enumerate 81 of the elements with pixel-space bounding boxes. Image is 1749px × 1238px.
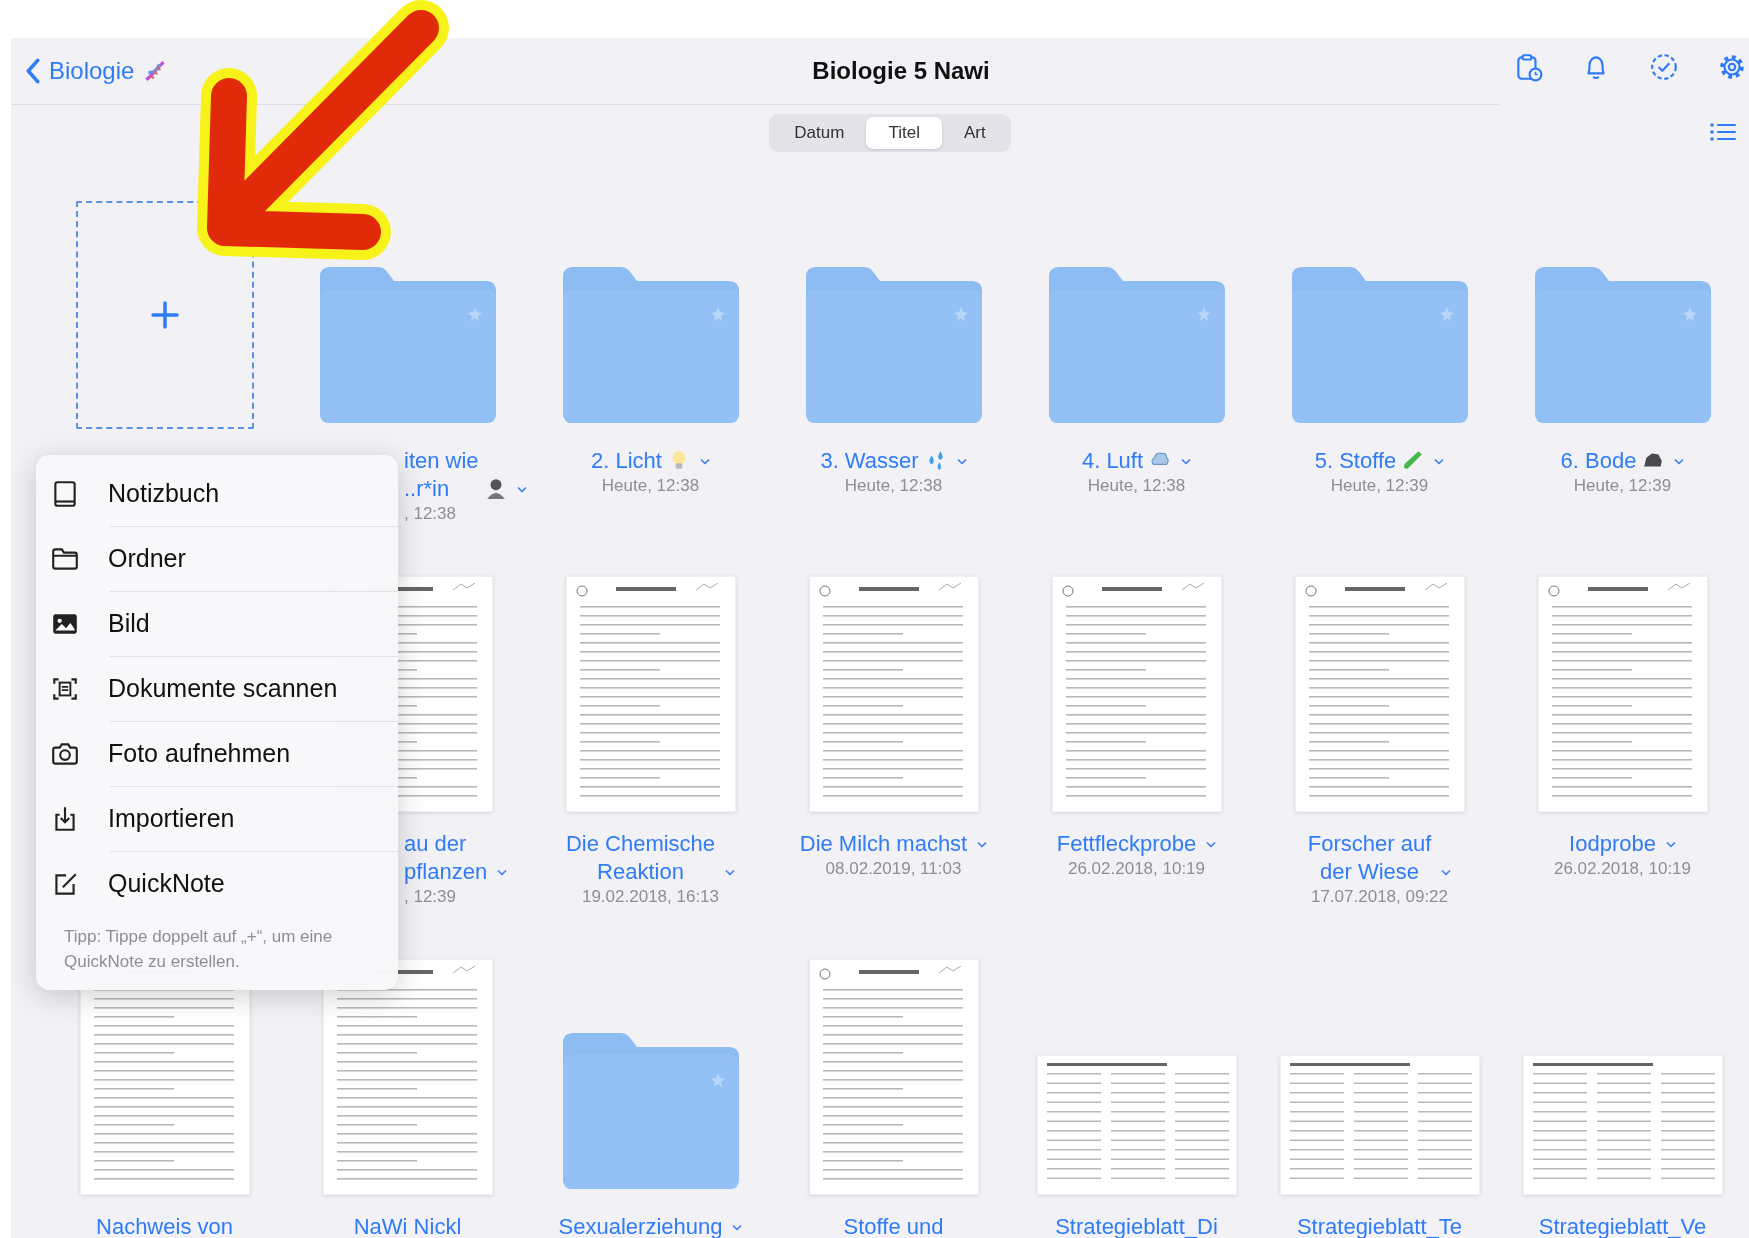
- folder-icon[interactable]: [805, 267, 982, 423]
- item-title[interactable]: 5. Stoffe: [1314, 447, 1397, 475]
- folder-icon[interactable]: [319, 267, 496, 423]
- folder-icon[interactable]: [1048, 267, 1225, 423]
- menu-item[interactable]: Ordner: [36, 526, 398, 591]
- menu-item[interactable]: Notizbuch: [36, 461, 398, 526]
- item-title[interactable]: Sexualerziehung: [558, 1213, 723, 1238]
- chevron-down-icon[interactable]: [1434, 458, 1445, 465]
- back-chevron-icon: [25, 58, 41, 84]
- document-thumbnail[interactable]: [1279, 1055, 1480, 1195]
- item-title[interactable]: Forscher auf der Wiese: [1307, 830, 1432, 886]
- item-date: Heute, 12:39: [1573, 476, 1672, 496]
- item-title[interactable]: Stoffe und: [843, 1213, 944, 1238]
- document-thumbnail[interactable]: [1036, 1055, 1237, 1195]
- item-title[interactable]: Strategieblatt_Di: [1055, 1213, 1218, 1238]
- settings-icon[interactable]: [1717, 52, 1747, 82]
- sort-tab[interactable]: Art: [941, 117, 1008, 149]
- item-title[interactable]: 3. Wasser: [820, 447, 919, 475]
- chevron-down-icon[interactable]: [1181, 458, 1192, 465]
- document-thumbnail[interactable]: [808, 959, 979, 1195]
- menu-item[interactable]: Dokumente scannen: [36, 656, 398, 721]
- folder-icon[interactable]: [562, 1033, 739, 1189]
- check-circle-icon[interactable]: [1649, 52, 1679, 82]
- item-title[interactable]: Die Chemische Reaktion: [565, 830, 716, 886]
- item-title[interactable]: Fettfleckprobe: [1056, 830, 1197, 858]
- document-thumbnail[interactable]: [808, 576, 979, 812]
- document-thumbnail[interactable]: [1522, 1055, 1723, 1195]
- chevron-down-icon[interactable]: [1665, 841, 1676, 848]
- menu-item[interactable]: QuickNote: [36, 851, 398, 916]
- document-thumbnail[interactable]: [565, 576, 736, 812]
- test-tube-icon: [1402, 449, 1425, 471]
- item-date: , 12:38: [404, 504, 456, 524]
- chevron-down-icon[interactable]: [1441, 869, 1452, 876]
- document-thumbnail[interactable]: [1294, 576, 1465, 812]
- item-date: 26.02.2018, 10:19: [1553, 859, 1692, 879]
- item-title[interactable]: Strategieblatt_Te: [1296, 1213, 1463, 1238]
- chevron-down-icon[interactable]: [1674, 458, 1685, 465]
- chevron-down-icon[interactable]: [977, 841, 988, 848]
- folder-icon[interactable]: [1534, 267, 1711, 423]
- item-title[interactable]: Iodprobe: [1569, 830, 1656, 858]
- back-button[interactable]: Biologie: [25, 57, 135, 85]
- item-date: Heute, 12:38: [601, 476, 700, 496]
- folder-icon[interactable]: [1291, 267, 1468, 423]
- document-thumbnail[interactable]: [1051, 576, 1222, 812]
- item-date: Heute, 12:38: [844, 476, 943, 496]
- sort-tab[interactable]: Datum: [772, 117, 867, 149]
- new-item-button[interactable]: [75, 201, 254, 429]
- chevron-down-icon[interactable]: [516, 486, 527, 493]
- item-title[interactable]: Die Milch machst: [799, 830, 968, 858]
- item-date: 19.02.2018, 16:13: [581, 887, 720, 907]
- document-thumbnail[interactable]: [322, 959, 493, 1195]
- plus-icon: [149, 300, 180, 330]
- item-date: Heute, 12:39: [1330, 476, 1429, 496]
- chevron-down-icon[interactable]: [1206, 841, 1217, 848]
- window-title: Biologie 5 Nawi: [811, 57, 991, 85]
- item-date: 08.02.2019, 11:03: [825, 859, 962, 879]
- item-title[interactable]: Strategieblatt_Ve: [1538, 1213, 1707, 1238]
- folder-icon[interactable]: [562, 267, 739, 423]
- item-title[interactable]: au der pflanzen: [404, 830, 488, 886]
- chevron-down-icon[interactable]: [497, 869, 508, 876]
- chevron-down-icon[interactable]: [732, 1224, 743, 1231]
- document-thumbnail[interactable]: [1537, 576, 1708, 812]
- tip-text: Tipp: Tippe doppelt auf „+“, um eine QuickNote zu erstellen.: [64, 926, 334, 973]
- menu-item[interactable]: Foto aufnehmen: [36, 721, 398, 786]
- menu-item[interactable]: Importieren: [36, 786, 398, 851]
- item-date: Heute, 12:38: [1087, 476, 1186, 496]
- item-title[interactable]: 6. Bode: [1560, 447, 1637, 475]
- chevron-down-icon[interactable]: [699, 458, 710, 465]
- chevron-down-icon[interactable]: [725, 869, 736, 876]
- item-title[interactable]: Nachweis von: [96, 1213, 233, 1238]
- item-title[interactable]: 2. Licht: [591, 447, 662, 475]
- item-title[interactable]: NaWi Nickl: [353, 1213, 462, 1238]
- item-date: , 12:39: [404, 887, 456, 907]
- item-date: 26.02.2018, 10:19: [1067, 859, 1206, 879]
- item-date: 17.07.2018, 09:22: [1310, 887, 1449, 907]
- chevron-down-icon[interactable]: [956, 458, 967, 465]
- menu-item[interactable]: Bild: [36, 591, 398, 656]
- list-view-icon[interactable]: [1709, 121, 1737, 143]
- item-title[interactable]: iten wie ..r*in: [404, 447, 479, 503]
- item-title[interactable]: 4. Luft: [1081, 447, 1144, 475]
- sort-tab[interactable]: Titel: [866, 117, 942, 149]
